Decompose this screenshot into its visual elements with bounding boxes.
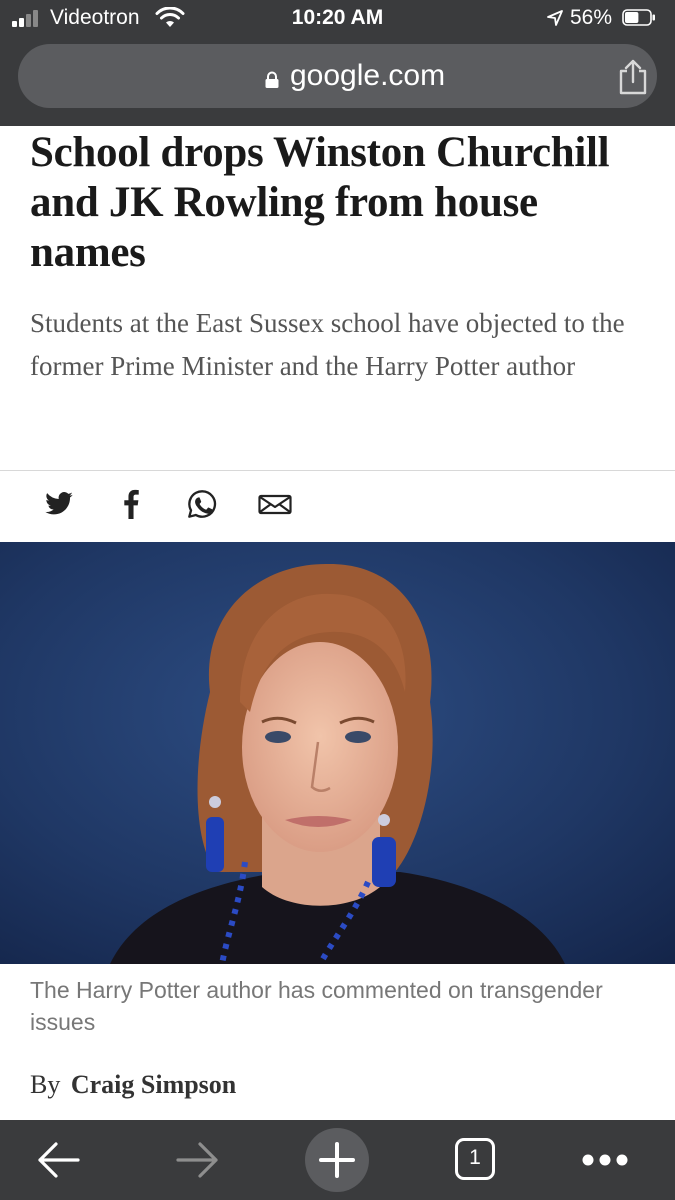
status-bar: Videotron 10:20 AM 56% xyxy=(0,0,675,36)
byline: By Craig Simpson xyxy=(30,1070,236,1100)
article-standfirst: Students at the East Sussex school have … xyxy=(30,308,625,381)
url-text: google.com xyxy=(290,59,446,92)
battery-percentage: 56% xyxy=(570,6,613,29)
article-photo xyxy=(0,542,675,964)
share-icon[interactable] xyxy=(616,58,650,96)
article-headline: School drops Winston Churchill and JK Ro… xyxy=(30,129,610,276)
address-bar[interactable]: google.com xyxy=(18,44,657,108)
twitter-icon[interactable] xyxy=(44,489,74,519)
author-link[interactable]: Craig Simpson xyxy=(71,1070,236,1099)
divider xyxy=(0,470,675,471)
forward-arrow-icon[interactable] xyxy=(174,1138,222,1182)
browser-toolbar: 1 xyxy=(0,1120,675,1200)
article: School drops Winston Churchill and JK Ro… xyxy=(0,126,675,1120)
facebook-icon[interactable] xyxy=(120,489,142,519)
photo-caption: The Harry Potter author has commented on… xyxy=(30,977,603,1035)
location-arrow-icon xyxy=(547,10,563,26)
share-buttons xyxy=(0,481,675,531)
new-tab-button[interactable] xyxy=(305,1128,369,1192)
lock-icon xyxy=(265,71,279,88)
new-tab-plus-icon xyxy=(319,1142,355,1178)
back-arrow-icon[interactable] xyxy=(34,1138,82,1182)
byline-prefix: By xyxy=(30,1070,61,1099)
tab-switcher-icon[interactable]: 1 xyxy=(455,1138,495,1180)
tab-count: 1 xyxy=(469,1146,481,1169)
battery-icon xyxy=(622,9,655,26)
whatsapp-icon[interactable] xyxy=(187,489,217,519)
browser-address-area: google.com xyxy=(0,36,675,126)
more-menu-icon[interactable] xyxy=(580,1152,630,1168)
email-icon[interactable] xyxy=(258,489,292,519)
